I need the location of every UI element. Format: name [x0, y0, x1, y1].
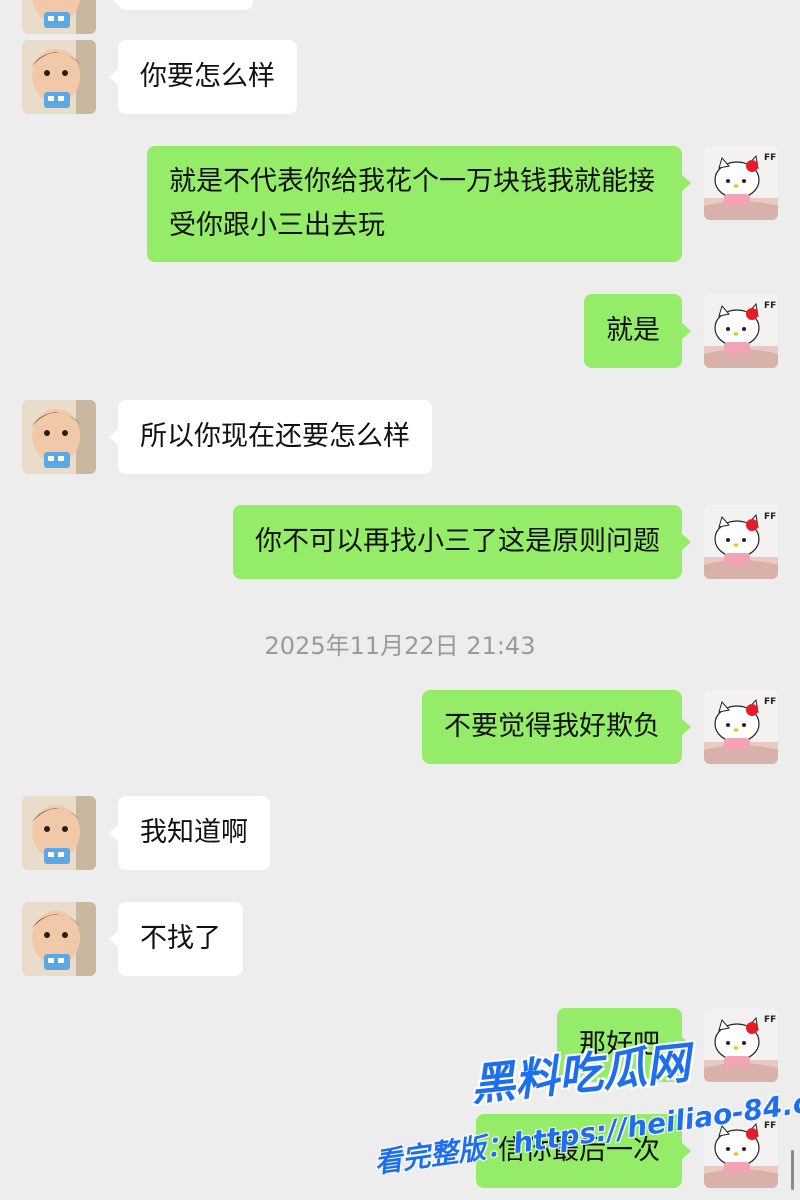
contact-avatar[interactable]: [22, 40, 96, 114]
self-avatar[interactable]: [704, 146, 778, 220]
message-bubble-partial: [109, 0, 253, 10]
message-bubble-outgoing[interactable]: 信你最后一次: [476, 1114, 691, 1188]
message-bubble-outgoing[interactable]: 就是: [584, 294, 691, 368]
scrollbar[interactable]: [791, 1150, 794, 1190]
message-bubble-outgoing[interactable]: 就是不代表你给我花个一万块钱我就能接受你跟小三出去玩: [147, 146, 691, 262]
message-bubble-incoming[interactable]: 你要怎么样: [109, 40, 297, 114]
message-bubble-incoming[interactable]: 我知道啊: [109, 796, 270, 870]
message-bubble-incoming[interactable]: 不找了: [109, 902, 243, 976]
message-bubble-outgoing[interactable]: 那好吧: [557, 1008, 691, 1082]
self-avatar[interactable]: [704, 1008, 778, 1082]
message-bubble-incoming[interactable]: 所以你现在还要怎么样: [109, 400, 432, 474]
contact-avatar[interactable]: [22, 796, 96, 870]
message-timestamp: 2025年11月22日 21:43: [264, 632, 536, 660]
message-bubble-outgoing[interactable]: 你不可以再找小三了这是原则问题: [233, 505, 691, 579]
contact-avatar[interactable]: [22, 400, 96, 474]
self-avatar[interactable]: [704, 690, 778, 764]
self-avatar[interactable]: [704, 505, 778, 579]
chat-message-list[interactable]: 你要怎么样 就是不代表你给我花个一万块钱我就能接受你跟小三出去玩 就是 所以你现…: [0, 0, 800, 1200]
contact-avatar[interactable]: [22, 902, 96, 976]
self-avatar[interactable]: [704, 294, 778, 368]
contact-avatar[interactable]: [22, 0, 96, 34]
self-avatar[interactable]: [704, 1114, 778, 1188]
message-bubble-outgoing[interactable]: 不要觉得我好欺负: [422, 690, 691, 764]
